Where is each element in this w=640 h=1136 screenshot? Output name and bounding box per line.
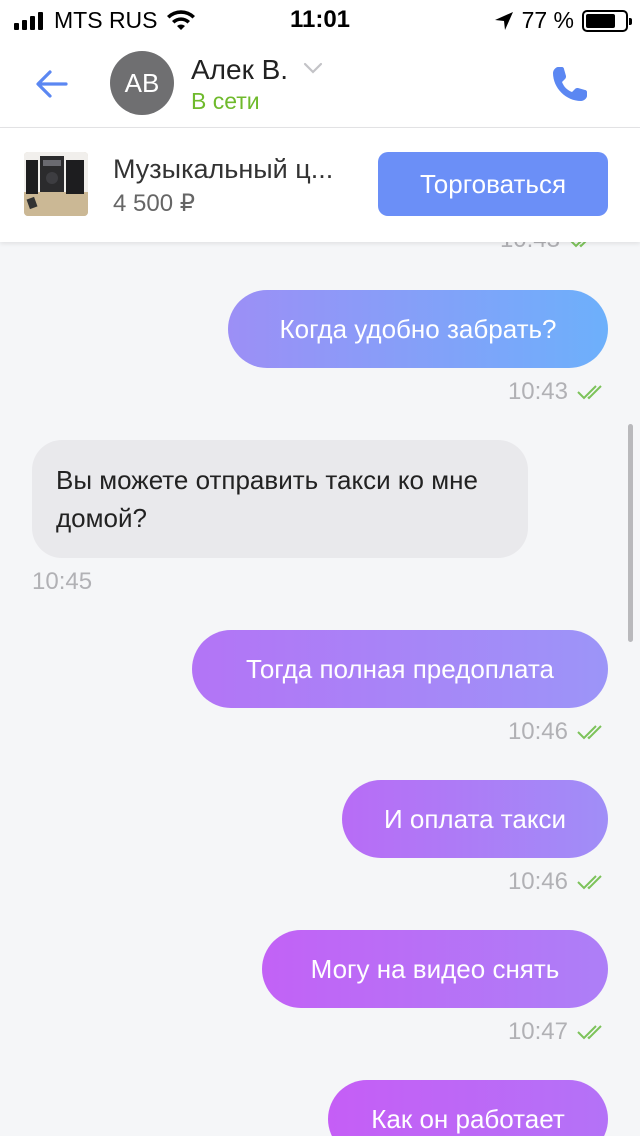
avatar[interactable]: AB — [110, 51, 174, 115]
message-bubble-outgoing[interactable]: Как он работает — [328, 1080, 608, 1136]
product-bar: Музыкальный ц... 4 500 ₽ Торговаться — [0, 128, 640, 242]
message-meta: 10:46 — [508, 718, 608, 746]
message-bubble-outgoing[interactable]: Могу на видео снять — [262, 930, 608, 1008]
message-meta: 10:47 — [508, 1018, 608, 1046]
contact-name[interactable]: Алек В. — [191, 54, 288, 86]
battery-fill — [586, 13, 616, 28]
read-ticks-icon — [570, 242, 587, 248]
battery-icon — [582, 9, 632, 32]
music-center-image — [24, 152, 88, 216]
message-text: Вы можете отправить такси ко мне домой? — [56, 465, 478, 533]
message-time: 10:45 — [32, 568, 93, 595]
message-text: Когда удобно забрать? — [279, 313, 557, 344]
read-ticks-icon — [577, 875, 602, 890]
chat-header: AB Алек В. В сети — [0, 40, 640, 128]
status-bar: MTS RUS 11:01 77 % — [0, 0, 640, 40]
message-meta: 10:45 — [32, 568, 92, 596]
message-time: 10:47 — [507, 1018, 568, 1045]
battery-percent: 77 % — [521, 7, 574, 33]
back-arrow-icon[interactable] — [30, 62, 74, 106]
message-meta: 10:46 — [508, 868, 608, 896]
product-price: 4 500 ₽ — [113, 190, 195, 217]
message-text: И оплата такси — [383, 803, 567, 834]
message-text: Как он работает — [371, 1103, 565, 1134]
status-right: 77 % — [494, 7, 632, 34]
message-bubble-outgoing[interactable]: Тогда полная предоплата — [192, 630, 608, 708]
message-text: Тогда полная предоплата — [245, 653, 554, 684]
message-time: 10:46 — [507, 718, 568, 745]
phone-icon[interactable] — [548, 62, 592, 106]
message-bubble-outgoing[interactable]: И оплата такси — [342, 780, 608, 858]
message-time: 10:46 — [507, 868, 568, 895]
messages-area[interactable]: 10:43 Когда удобно забрать? 10:43 Вы мож… — [0, 242, 640, 1136]
read-ticks-icon — [577, 725, 602, 740]
message-time: 10:43 — [507, 378, 568, 405]
message-time: 10:43 — [500, 242, 560, 254]
message-meta: 10:43 — [508, 378, 608, 406]
read-ticks-icon — [577, 1025, 602, 1040]
message-bubble-outgoing[interactable]: Когда удобно забрать? — [228, 290, 608, 368]
location-arrow-icon — [494, 11, 513, 30]
read-ticks-icon — [577, 385, 602, 400]
chevron-down-icon[interactable] — [302, 60, 324, 76]
scrollbar[interactable] — [628, 424, 633, 642]
contact-status: В сети — [191, 88, 260, 114]
message-text: Могу на видео снять — [310, 953, 560, 984]
bargain-button[interactable]: Торговаться — [378, 152, 608, 216]
product-thumbnail[interactable] — [24, 152, 88, 216]
message-meta: 10:43 — [500, 242, 600, 254]
message-bubble-incoming[interactable]: Вы можете отправить такси ко мне домой? — [32, 440, 528, 558]
product-title[interactable]: Музыкальный ц... — [113, 154, 333, 185]
